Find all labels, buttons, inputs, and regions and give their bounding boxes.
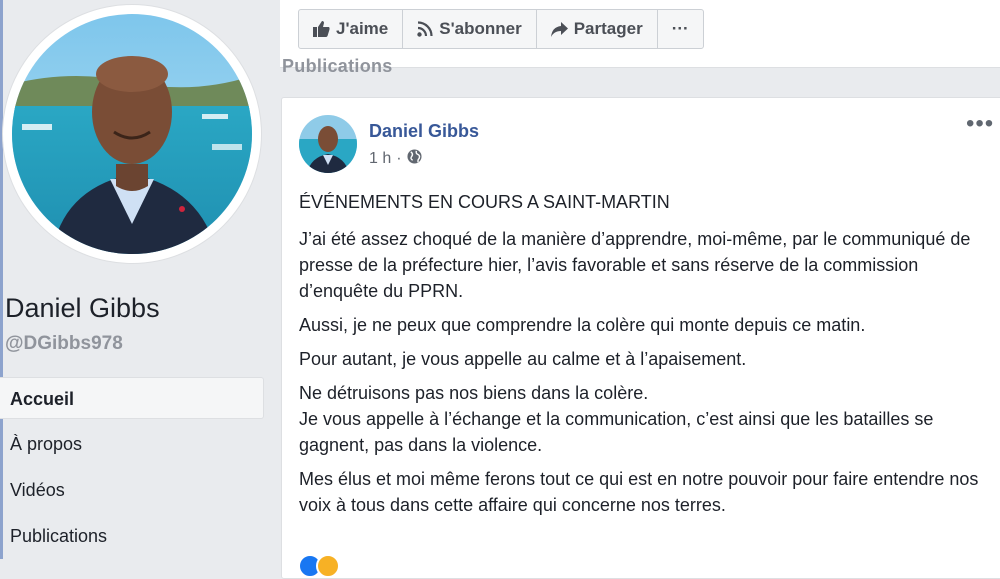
- section-title: Publications: [282, 56, 393, 76]
- like-button-label: J'aime: [336, 19, 389, 38]
- post-timestamp[interactable]: 1 h: [369, 150, 391, 168]
- profile-picture[interactable]: [12, 14, 252, 254]
- more-dots-icon: ···: [671, 19, 689, 38]
- post-body: ÉVÉNEMENTS EN COURS A SAINT-MARTIN J’ai …: [299, 189, 989, 526]
- share-button-label: Partager: [573, 19, 643, 38]
- haha-reaction-icon: [316, 554, 340, 578]
- post-paragraph: Mes élus et moi même ferons tout ce qui …: [299, 469, 979, 515]
- post-paragraph: Pour autant, je vous appelle au calme et…: [299, 349, 747, 369]
- thumbs-up-icon: [313, 21, 330, 37]
- post-paragraph: Aussi, je ne peux que comprendre la colè…: [299, 315, 866, 335]
- post-title: ÉVÉNEMENTS EN COURS A SAINT-MARTIN: [299, 192, 670, 212]
- meta-separator: ·: [396, 150, 402, 167]
- post-options-button[interactable]: •••: [966, 112, 994, 136]
- post-paragraph: Ne détruisons pas nos biens dans la colè…: [299, 383, 934, 455]
- subscribe-button[interactable]: S'abonner: [403, 10, 537, 48]
- action-button-group: J'aime S'abonner Partager ···: [298, 9, 704, 49]
- post-author-name[interactable]: Daniel Gibbs: [369, 121, 479, 142]
- left-column: Daniel Gibbs @DGibbs978 Accueil À propos…: [0, 0, 275, 559]
- globe-icon: [407, 149, 422, 169]
- nav-item-a-propos[interactable]: À propos: [0, 423, 264, 465]
- rss-icon: [417, 21, 433, 37]
- nav-item-accueil[interactable]: Accueil: [0, 377, 264, 419]
- share-arrow-icon: [550, 21, 568, 37]
- share-button[interactable]: Partager: [537, 10, 658, 48]
- like-button[interactable]: J'aime: [299, 10, 404, 48]
- nav-item-publications[interactable]: Publications: [0, 515, 264, 557]
- page-handle[interactable]: @DGibbs978: [5, 333, 123, 355]
- page-name: Daniel Gibbs: [5, 293, 160, 323]
- reaction-icons[interactable]: [298, 554, 340, 578]
- subscribe-button-label: S'abonner: [439, 19, 522, 38]
- nav-item-videos[interactable]: Vidéos: [0, 469, 264, 511]
- post-author-avatar[interactable]: [299, 115, 357, 173]
- post-meta: 1 h ·: [369, 149, 422, 169]
- post-paragraph: J’ai été assez choqué de la manière d’ap…: [299, 229, 971, 301]
- post-card: Daniel Gibbs 1 h · ••• ÉVÉNEMENTS EN COU…: [281, 97, 1000, 579]
- more-actions-button[interactable]: ···: [658, 10, 703, 48]
